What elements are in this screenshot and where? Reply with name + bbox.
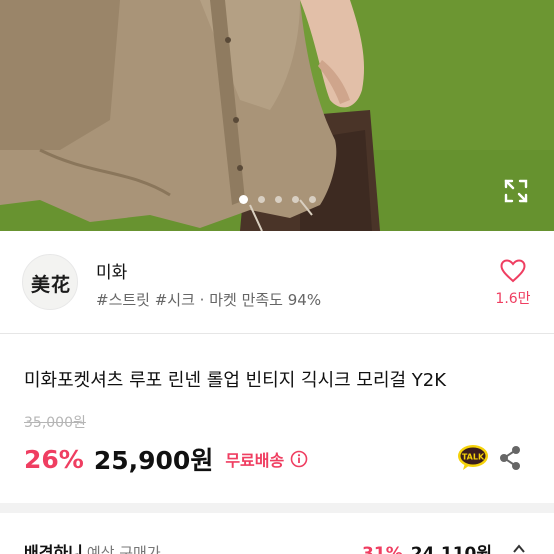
- best-price: 24,110원: [410, 544, 492, 554]
- sale-price: 25,900원: [93, 446, 214, 475]
- carousel-dot[interactable]: [308, 195, 316, 203]
- best-price-values: 31% 24,110원: [362, 539, 492, 554]
- best-price-label: 배견하니: [24, 543, 83, 554]
- carousel-dot[interactable]: [291, 195, 299, 203]
- best-discount-rate: 31%: [362, 544, 403, 554]
- avatar-logo-text: 美花: [30, 274, 71, 296]
- seller-section[interactable]: [0, 231, 554, 334]
- carousel-indicator: [0, 194, 554, 204]
- heart-icon[interactable]: [500, 259, 526, 283]
- carousel-dot[interactable]: [238, 194, 248, 204]
- seller-name[interactable]: 미화: [96, 258, 127, 283]
- discount-rate: 26%: [24, 444, 84, 474]
- svg-text:TALK: TALK: [462, 453, 485, 462]
- free-shipping-label: 무료배송: [225, 451, 285, 470]
- section-divider: [0, 333, 554, 334]
- info-icon[interactable]: [290, 450, 308, 468]
- expand-icon[interactable]: [503, 178, 529, 204]
- carousel-dot[interactable]: [274, 195, 282, 203]
- share-icon[interactable]: [498, 445, 522, 471]
- best-price-row[interactable]: 배견하니 예상 구매가 31% 24,110원: [0, 536, 554, 554]
- like-count: 1.6만: [495, 291, 531, 307]
- carousel-dot[interactable]: [257, 195, 265, 203]
- seller-tags: #스트릿 #시크 · 마켓 만족도 94%: [96, 291, 322, 309]
- best-price-label-group: 배견하니 예상 구매가: [24, 539, 161, 554]
- original-price: 35,000원: [24, 415, 86, 431]
- product-photo-carousel[interactable]: [0, 0, 554, 231]
- section-spacer: [0, 503, 554, 513]
- expected-price-label: 예상 구매가: [86, 544, 161, 554]
- seller-avatar[interactable]: 美花: [22, 254, 78, 310]
- price-row: 26% 25,900원 무료배송: [24, 442, 308, 476]
- product-title: 미화포켓셔츠 루포 린넨 롤업 빈티지 긱시크 모리걸 Y2K: [24, 370, 447, 391]
- chevron-up-icon[interactable]: [512, 542, 526, 554]
- kakaotalk-share-icon[interactable]: TALK: [457, 444, 489, 472]
